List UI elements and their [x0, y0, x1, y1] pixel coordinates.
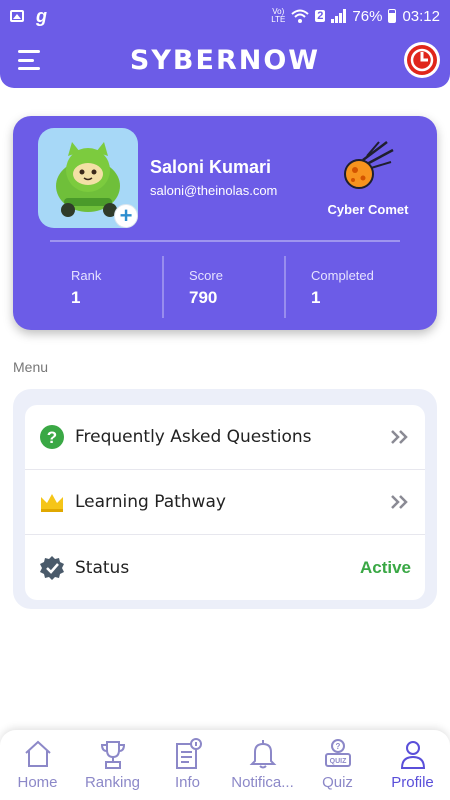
hamburger-menu-icon[interactable]: [18, 50, 42, 70]
stat-separator: [284, 256, 286, 318]
user-name: Saloni Kumari: [150, 157, 272, 177]
app-header: SYBERNOW: [0, 32, 450, 88]
stat-label: Score: [189, 268, 223, 283]
g-notification-icon: g: [36, 5, 47, 26]
menu-list: ? Frequently Asked Questions Learning Pa…: [25, 405, 425, 600]
add-photo-button[interactable]: +: [114, 204, 138, 228]
app-title: SYBERNOW: [129, 44, 321, 76]
card-divider: [50, 240, 400, 242]
wifi-icon: [291, 9, 309, 23]
nav-info[interactable]: Info: [150, 730, 225, 800]
red-round-logo-icon[interactable]: [404, 42, 440, 78]
double-chevron-right-icon: [391, 495, 408, 509]
badge-label: Cyber Comet: [327, 202, 409, 217]
nav-label: Ranking: [84, 774, 141, 791]
clock-time: 03:12: [402, 7, 440, 25]
double-chevron-right-icon: [391, 430, 408, 444]
stat-label: Rank: [71, 268, 102, 283]
battery-icon: [388, 9, 397, 23]
stat-score: Score 790: [189, 268, 223, 308]
stat-completed: Completed 1: [311, 268, 374, 308]
menu-item-label: Learning Pathway: [75, 492, 226, 512]
verified-badge-icon: [39, 555, 65, 581]
stat-separator: [162, 256, 164, 318]
info-document-icon: [175, 738, 202, 769]
menu-panel: ? Frequently Asked Questions Learning Pa…: [13, 389, 437, 609]
sim-indicator: 2: [315, 10, 326, 22]
gallery-notification-icon: [10, 10, 24, 22]
nav-label: Notifica...: [231, 774, 294, 791]
home-icon: [24, 740, 51, 767]
stat-value: 1: [311, 288, 321, 307]
status-value: Active: [359, 557, 411, 577]
crown-icon: [39, 489, 65, 515]
menu-item-label: Frequently Asked Questions: [75, 427, 312, 447]
comet-icon: [344, 141, 394, 189]
nav-profile[interactable]: Profile: [375, 730, 450, 800]
stat-rank: Rank 1: [71, 268, 101, 308]
menu-item-faq[interactable]: ? Frequently Asked Questions: [25, 405, 425, 470]
question-circle-icon: ?: [39, 424, 65, 450]
stat-value: 1: [71, 288, 81, 307]
nav-label: Info: [174, 774, 201, 791]
nav-home[interactable]: Home: [0, 730, 75, 800]
user-email: saloni@theinolas.com: [150, 183, 278, 198]
svg-text:?: ?: [47, 428, 57, 447]
trophy-icon: [100, 741, 125, 769]
nav-label: Profile: [391, 774, 434, 791]
nav-label: Quiz: [322, 774, 353, 791]
svg-text:QUIZ: QUIZ: [329, 758, 346, 765]
bell-icon: [249, 740, 276, 769]
menu-item-label: Status: [75, 557, 130, 578]
profile-card: + Saloni Kumari saloni@theinolas.com Cyb…: [13, 116, 437, 330]
svg-text:?: ?: [335, 742, 340, 751]
signal-icon: [331, 9, 347, 23]
volte-indicator: Vo) LTE: [271, 7, 286, 24]
bottom-navigation: Home Ranking Info Notifica... ? QUIZ Qui…: [0, 730, 450, 800]
menu-item-learning-pathway[interactable]: Learning Pathway: [25, 470, 425, 535]
stat-label: Completed: [311, 268, 374, 283]
battery-percent: 76%: [352, 7, 383, 25]
status-bar: g Vo) LTE 2 76% 03:12: [0, 0, 450, 32]
person-icon: [400, 741, 425, 769]
nav-label: Home: [17, 774, 58, 791]
nav-quiz[interactable]: ? QUIZ Quiz: [300, 730, 375, 800]
nav-notifications[interactable]: Notifica...: [225, 730, 300, 800]
stat-value: 790: [189, 288, 218, 307]
nav-ranking[interactable]: Ranking: [75, 730, 150, 800]
menu-heading: Menu: [13, 359, 49, 375]
menu-item-status[interactable]: Status Active: [25, 535, 425, 600]
quiz-icon: ? QUIZ: [324, 739, 351, 767]
